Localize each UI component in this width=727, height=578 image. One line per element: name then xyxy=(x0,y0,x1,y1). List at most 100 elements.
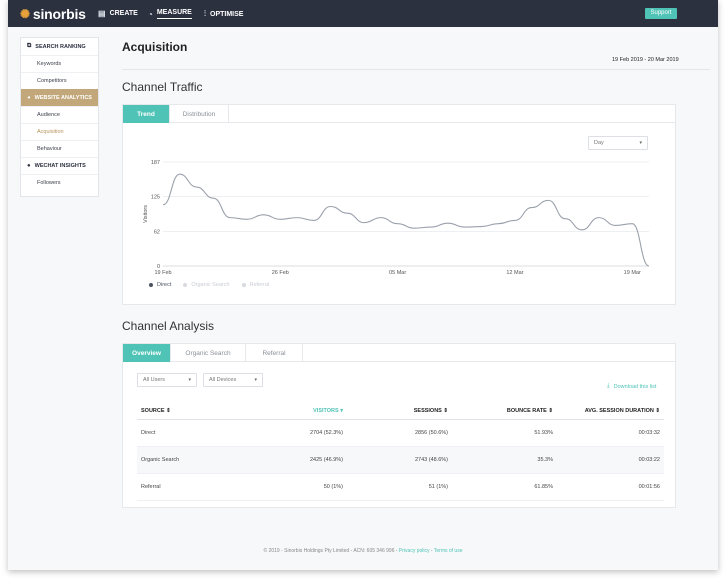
tab-overview[interactable]: Overview xyxy=(123,344,171,362)
document-icon: ▤ xyxy=(98,9,106,18)
nav-optimise-label: OPTIMISE xyxy=(210,10,244,18)
support-button[interactable]: Support xyxy=(645,8,677,19)
sidebar-item-acquisition[interactable]: Acquisition xyxy=(21,123,98,140)
table-row[interactable]: Direct 2704 (52.3%) 2856 (50.6%) 51.93% … xyxy=(137,419,664,447)
privacy-policy-link[interactable]: Privacy policy xyxy=(399,548,430,554)
cell-visitors: 50 (1%) xyxy=(287,473,347,501)
date-range[interactable]: 19 Feb 2019 - 20 Mar 2019 xyxy=(612,57,679,63)
cell-avg-duration: 00:03:22 xyxy=(557,446,664,474)
legend-dot xyxy=(149,283,153,287)
users-filter-value: All Users xyxy=(143,377,166,383)
nav-measure[interactable]: ◔ MEASURE xyxy=(148,9,192,19)
legend-dot xyxy=(241,283,246,287)
cell-visitors: 2704 (52.3%) xyxy=(287,419,347,447)
sidebar-item-competitors[interactable]: Competitors xyxy=(21,72,98,89)
cell-avg-duration: 00:03:32 xyxy=(557,419,664,447)
traffic-line-chart: 06212518719 Feb 26 Feb 05 Mar 12 Mar 19 MarV… xyxy=(143,160,650,275)
sidebar-group-label: WEBSITE ANALYTICS xyxy=(34,94,92,101)
sidebar-group-search-ranking[interactable]: ⧉ SEARCH RANKING xyxy=(21,38,98,55)
download-list-link[interactable]: ⤓ Download this list xyxy=(607,383,656,390)
page-title: Acquisition xyxy=(122,40,188,54)
legend-label: Referral xyxy=(249,282,270,288)
sidebar: ⧉ SEARCH RANKING Keywords Competitors ◕ … xyxy=(20,37,99,197)
gauge-icon: ◔ xyxy=(148,9,153,19)
x-tick-label: 05 Mar xyxy=(389,270,406,275)
cell-sessions: 2856 (50.6%) xyxy=(347,419,452,447)
y-axis-label: Visitors xyxy=(143,205,149,223)
col-bounce-rate[interactable]: BOUNCE RATE ⇕ xyxy=(452,403,557,420)
col-avg-session-duration[interactable]: AVG. SESSION DURATION ⇕ xyxy=(557,403,664,420)
top-bar: ✺ sinorbis ▤ CREATE ◔ MEASURE ⫶ OPTIMISE… xyxy=(8,0,718,27)
nav-optimise[interactable]: ⫶ OPTIMISE xyxy=(204,9,243,19)
footer-text: © 2019 - Sinorbis Holdings Pty Limited -… xyxy=(263,548,398,554)
search-ranking-icon: ⧉ xyxy=(27,43,32,49)
sort-icon: ⇕ xyxy=(548,407,553,414)
wechat-icon: ● xyxy=(27,163,31,169)
legend-item-direct[interactable]: Direct xyxy=(149,282,171,288)
legend-label: Direct xyxy=(157,282,172,288)
sliders-icon: ⫶ xyxy=(204,9,206,18)
y-tick-label: 187 xyxy=(151,160,160,166)
sidebar-item-followers[interactable]: Followers xyxy=(21,174,98,191)
tab-referral[interactable]: Referral xyxy=(246,344,303,362)
cell-visitors: 2425 (46.9%) xyxy=(287,446,347,474)
devices-filter-select[interactable]: All Devices ▾ xyxy=(203,373,263,387)
footer: © 2019 - Sinorbis Holdings Pty Limited -… xyxy=(8,548,718,554)
cell-source: Referral xyxy=(137,473,287,501)
cell-bounce-rate: 51.93% xyxy=(452,419,557,447)
chevron-down-icon: ▾ xyxy=(188,377,191,383)
sidebar-item-audience[interactable]: Audience xyxy=(21,106,98,123)
nav-measure-label: MEASURE xyxy=(156,9,192,19)
sidebar-group-website-analytics[interactable]: ◕ WEBSITE ANALYTICS xyxy=(21,89,98,106)
logo-text: sinorbis xyxy=(32,6,86,22)
cell-source: Direct xyxy=(137,419,287,447)
legend-item-organic-search[interactable]: Organic Search xyxy=(183,282,230,288)
users-filter-select[interactable]: All Users ▾ xyxy=(137,373,197,387)
sort-icon: ⇕ xyxy=(166,407,171,414)
tab-organic-search[interactable]: Organic Search xyxy=(171,344,246,362)
app-window: ✺ sinorbis ▤ CREATE ◔ MEASURE ⫶ OPTIMISE… xyxy=(8,0,718,570)
sun-logo-icon: ✺ xyxy=(20,7,30,21)
download-icon: ⤓ xyxy=(607,383,610,389)
legend-label: Organic Search xyxy=(191,282,230,288)
legend-item-referral[interactable]: Referral xyxy=(241,282,270,288)
devices-filter-value: All Devices xyxy=(209,377,237,383)
logo[interactable]: ✺ sinorbis xyxy=(20,6,86,22)
x-tick-label: 12 Mar xyxy=(506,270,523,275)
nav-create-label: CREATE xyxy=(109,10,138,17)
col-visitors[interactable]: VISITORS ▾ xyxy=(287,403,347,420)
analytics-icon: ◕ xyxy=(27,94,31,101)
series-line-direct xyxy=(162,173,650,267)
sort-desc-icon: ▾ xyxy=(340,407,343,414)
cell-sessions: 2743 (48.6%) xyxy=(347,446,452,474)
sidebar-group-label: WECHAT INSIGHTS xyxy=(34,163,86,169)
sidebar-group-label: SEARCH RANKING xyxy=(35,43,86,50)
terms-of-use-link[interactable]: Terms of use xyxy=(434,548,463,554)
x-tick-label: 19 Mar xyxy=(624,270,641,275)
table-row[interactable]: Referral 50 (1%) 51 (1%) 61.85% 00:01:56 xyxy=(137,473,664,501)
divider xyxy=(122,69,710,70)
cell-bounce-rate: 61.85% xyxy=(452,473,557,501)
nav-create[interactable]: ▤ CREATE xyxy=(98,9,138,18)
x-tick-label: 26 Feb xyxy=(272,270,289,275)
table-header-row: SOURCE ⇕ VISITORS ▾ SESSIONS ⇕ BOUNCE RA… xyxy=(137,403,664,420)
chart-legend: Direct Organic Search Referral xyxy=(149,282,281,288)
cell-bounce-rate: 35.3% xyxy=(452,446,557,474)
sort-icon: ⇕ xyxy=(655,407,660,414)
col-sessions[interactable]: SESSIONS ⇕ xyxy=(347,403,452,420)
sidebar-group-wechat-insights[interactable]: ● WECHAT INSIGHTS xyxy=(21,157,98,174)
cell-source: Organic Search xyxy=(137,446,287,474)
download-label: Download this list xyxy=(613,383,657,390)
cell-sessions: 51 (1%) xyxy=(347,473,452,501)
table-row[interactable]: Organic Search 2425 (46.9%) 2743 (48.6%)… xyxy=(137,446,664,474)
sidebar-item-behaviour[interactable]: Behaviour xyxy=(21,140,98,157)
channel-analysis-tabs: Overview Organic Search Referral xyxy=(123,344,675,362)
y-tick-label: 125 xyxy=(151,194,160,200)
y-tick-label: 62 xyxy=(154,230,160,236)
col-source[interactable]: SOURCE ⇕ xyxy=(137,403,287,420)
channel-analysis-card: Overview Organic Search Referral All Use… xyxy=(122,343,676,508)
cell-avg-duration: 00:01:56 xyxy=(557,473,664,501)
channel-analysis-title: Channel Analysis xyxy=(122,319,215,333)
channel-traffic-title: Channel Traffic xyxy=(122,80,203,94)
sidebar-item-keywords[interactable]: Keywords xyxy=(21,55,98,72)
